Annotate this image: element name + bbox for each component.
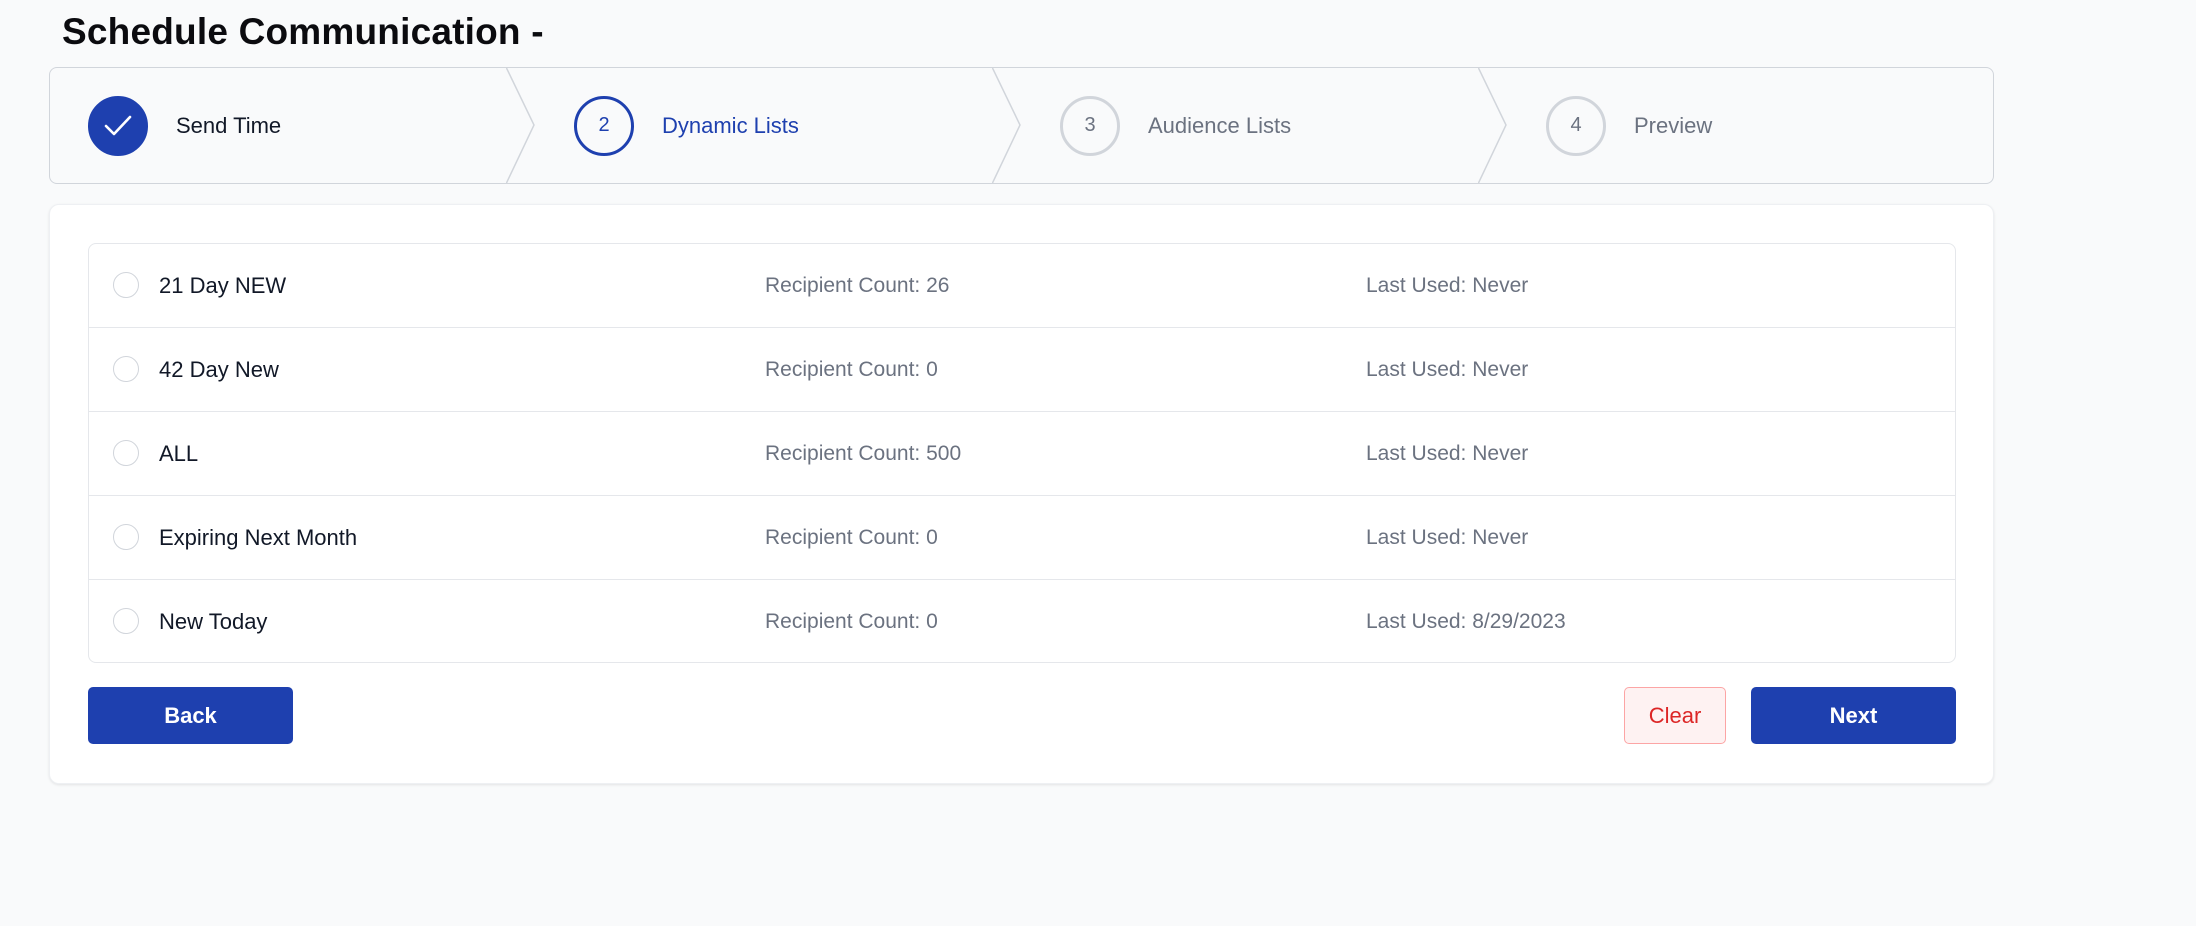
recipient-count: Recipient Count: 0 [765, 610, 938, 633]
step-separator [992, 68, 1021, 183]
page-title: Schedule Communication - [62, 11, 544, 52]
last-used: Last Used: Never [1366, 358, 1529, 381]
list-name: 42 Day New [159, 357, 279, 382]
step-send-time[interactable]: Send Time [88, 68, 281, 183]
step-4-label: Preview [1634, 112, 1713, 138]
step-separator [506, 68, 535, 183]
step-1-circle [88, 95, 148, 156]
next-button[interactable]: Next [1751, 687, 1956, 744]
list-item[interactable]: New Today Recipient Count: 0 Last Used: … [89, 580, 1955, 662]
dynamic-lists-list: 21 Day NEW Recipient Count: 26 Last Used… [88, 243, 1956, 663]
dynamic-lists-card: 21 Day NEW Recipient Count: 26 Last Used… [49, 204, 1994, 784]
stepper: Send Time 2 Dynamic Lists 3 Audience Lis… [49, 67, 1994, 184]
step-3-circle: 3 [1060, 95, 1120, 156]
list-name: New Today [159, 609, 268, 634]
list-name: ALL [159, 441, 199, 466]
step-separator [1478, 68, 1507, 183]
list-item[interactable]: 21 Day NEW Recipient Count: 26 Last Used… [89, 244, 1955, 328]
last-used: Last Used: Never [1366, 442, 1529, 465]
list-radio[interactable] [113, 272, 139, 298]
clear-button[interactable]: Clear [1624, 687, 1726, 744]
check-icon [104, 115, 132, 135]
step-2-label: Dynamic Lists [662, 112, 799, 138]
recipient-count: Recipient Count: 26 [765, 274, 950, 297]
recipient-count: Recipient Count: 0 [765, 358, 938, 381]
list-item[interactable]: Expiring Next Month Recipient Count: 0 L… [89, 496, 1955, 580]
step-audience-lists[interactable]: 3 Audience Lists [1060, 68, 1291, 183]
recipient-count: Recipient Count: 0 [765, 526, 938, 549]
step-3-label: Audience Lists [1148, 112, 1292, 138]
recipient-count: Recipient Count: 500 [765, 442, 962, 465]
last-used: Last Used: 8/29/2023 [1366, 610, 1566, 633]
last-used: Last Used: Never [1366, 526, 1529, 549]
step-4-circle: 4 [1546, 95, 1606, 156]
step-preview[interactable]: 4 Preview [1546, 68, 1712, 183]
back-button[interactable]: Back [88, 687, 293, 744]
list-item[interactable]: ALL Recipient Count: 500 Last Used: Neve… [89, 412, 1955, 496]
step-dynamic-lists[interactable]: 2 Dynamic Lists [574, 68, 799, 183]
list-radio[interactable] [113, 608, 139, 634]
list-item[interactable]: 42 Day New Recipient Count: 0 Last Used:… [89, 328, 1955, 412]
list-radio[interactable] [113, 356, 139, 382]
list-name: Expiring Next Month [159, 525, 358, 550]
step-2-circle: 2 [574, 95, 634, 156]
list-radio[interactable] [113, 440, 139, 466]
list-radio[interactable] [113, 524, 139, 550]
last-used: Last Used: Never [1366, 274, 1529, 297]
step-1-label: Send Time [176, 112, 282, 138]
list-name: 21 Day NEW [159, 273, 287, 298]
